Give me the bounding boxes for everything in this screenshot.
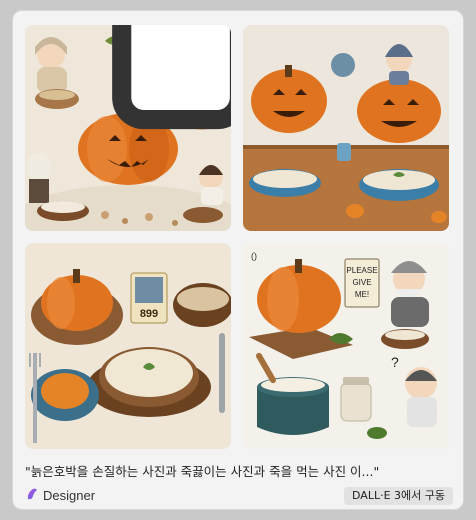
copy-icon xyxy=(107,25,231,149)
sign-line-3: ME! xyxy=(355,290,369,299)
designer-label: Designer xyxy=(43,488,96,503)
image-result-card: 899 PLEASE GIVE ME! ? () "늙은호박을 손질하는 사진과… xyxy=(12,10,464,510)
designer-brand[interactable]: Designer xyxy=(25,487,95,504)
model-badge: DALL·E 3에서 구동 xyxy=(344,487,453,505)
sign-line-2: GIVE xyxy=(352,278,371,287)
designer-logo-icon xyxy=(25,487,39,504)
image-4-illustration: PLEASE GIVE ME! ? () xyxy=(243,243,449,449)
generated-image-4[interactable]: PLEASE GIVE ME! ? () xyxy=(243,243,449,449)
card-number: 899 xyxy=(140,308,158,320)
image-3-illustration: 899 xyxy=(25,243,231,449)
image-2-illustration xyxy=(243,25,449,231)
generated-image-2[interactable] xyxy=(243,25,449,231)
sign-line-1: PLEASE xyxy=(346,266,377,275)
svg-text:(): () xyxy=(251,251,257,261)
card-footer: Designer DALL·E 3에서 구동 xyxy=(25,487,453,505)
generated-image-3[interactable]: 899 xyxy=(25,243,231,449)
copy-image-button[interactable] xyxy=(112,25,231,130)
svg-text:?: ? xyxy=(391,354,399,370)
generated-image-1[interactable] xyxy=(25,25,231,231)
prompt-caption: "늙은호박을 손질하는 사진과 죽끓이는 사진과 죽을 먹는 사진 이..." xyxy=(25,464,380,479)
